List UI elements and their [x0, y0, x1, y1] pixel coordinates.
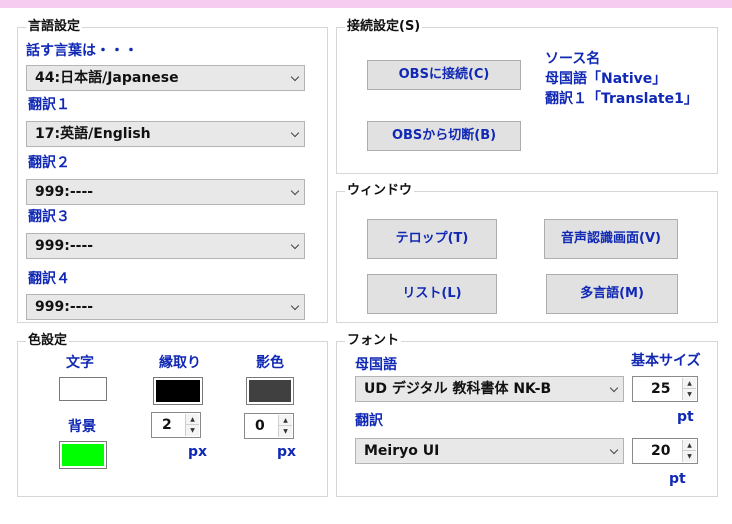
native-font-select[interactable]: UD デジタル 教科書体 NK-B: [355, 376, 624, 402]
obs-disconnect-button[interactable]: OBSから切断(B): [367, 121, 521, 151]
chevron-down-icon: [609, 383, 619, 393]
outline-color-swatch[interactable]: [153, 377, 203, 405]
chevron-down-icon: [290, 128, 300, 138]
text-color-fill: [62, 380, 104, 398]
title-bar-strip: [0, 0, 732, 8]
shadow-color-swatch[interactable]: [246, 377, 294, 405]
translation-font-label: 翻訳: [355, 413, 383, 429]
connection-settings-title: 接続設定(S): [345, 18, 423, 36]
translation-1-label: 翻訳１: [28, 97, 70, 113]
translation-size-unit: pt: [669, 471, 686, 487]
shadow-color-fill: [249, 380, 291, 402]
speak-language-value: 44:日本語/Japanese: [35, 70, 179, 86]
spin-down-icon[interactable]: ▼: [683, 389, 696, 400]
outline-width-unit: px: [188, 444, 208, 460]
translation-3-select[interactable]: 999:----: [26, 233, 305, 259]
translation-3-label: 翻訳３: [28, 209, 70, 225]
multilanguage-button[interactable]: 多言語(M): [546, 274, 678, 314]
native-size-value: 25: [651, 381, 671, 397]
translation-1-select[interactable]: 17:英語/English: [26, 121, 305, 147]
translation-3-value: 999:----: [35, 238, 94, 254]
chevron-down-icon: [290, 72, 300, 82]
native-size-unit: pt: [677, 409, 694, 425]
speak-language-select[interactable]: 44:日本語/Japanese: [26, 65, 305, 91]
translation-4-label: 翻訳４: [28, 271, 70, 287]
spin-down-icon[interactable]: ▼: [279, 426, 292, 437]
text-color-swatch[interactable]: [59, 377, 107, 401]
spin-down-icon[interactable]: ▼: [683, 451, 696, 462]
background-color-fill: [62, 444, 104, 466]
translation-2-select[interactable]: 999:----: [26, 179, 305, 205]
chevron-down-icon: [609, 445, 619, 455]
list-button[interactable]: リスト(L): [367, 274, 497, 314]
translation-1-value: 17:英語/English: [35, 126, 151, 142]
spin-up-icon[interactable]: ▲: [186, 414, 199, 425]
shadow-width-value: 0: [255, 418, 265, 434]
chevron-down-icon: [290, 301, 300, 311]
shadow-width-unit: px: [277, 444, 297, 460]
translation-size-arrows: ▲ ▼: [682, 440, 696, 462]
source-translate-name: 翻訳１「Translate1」: [545, 91, 698, 107]
native-size-arrows: ▲ ▼: [682, 378, 696, 400]
translation-4-select[interactable]: 999:----: [26, 294, 305, 320]
translation-2-label: 翻訳２: [28, 155, 70, 171]
background-color-swatch[interactable]: [59, 441, 107, 469]
spin-up-icon[interactable]: ▲: [683, 440, 696, 451]
telop-button[interactable]: テロップ(T): [367, 219, 497, 259]
native-font-value: UD デジタル 教科書体 NK-B: [364, 381, 552, 397]
shadow-width-arrows: ▲ ▼: [278, 415, 292, 437]
background-color-label: 背景: [68, 419, 96, 435]
outline-color-fill: [156, 380, 200, 402]
translation-font-select[interactable]: Meiryo UI: [355, 438, 624, 464]
spin-up-icon[interactable]: ▲: [683, 378, 696, 389]
translation-4-value: 999:----: [35, 299, 94, 315]
source-native-name: 母国語「Native」: [545, 71, 667, 87]
translation-2-value: 999:----: [35, 184, 94, 200]
obs-connect-button[interactable]: OBSに接続(C): [367, 60, 521, 90]
speech-recognition-screen-button[interactable]: 音声認識画面(V): [544, 219, 678, 259]
source-name-title: ソース名: [545, 51, 601, 67]
color-settings-title: 色設定: [26, 332, 70, 350]
outline-width-value: 2: [162, 417, 172, 433]
translation-size-stepper[interactable]: 20 ▲ ▼: [632, 438, 698, 464]
outline-color-label: 縁取り: [159, 355, 201, 371]
spin-up-icon[interactable]: ▲: [279, 415, 292, 426]
outline-width-stepper[interactable]: 2 ▲ ▼: [151, 412, 201, 438]
language-settings-title: 言語設定: [26, 18, 83, 36]
speak-language-label: 話す言葉は・・・: [26, 43, 138, 59]
native-font-label: 母国語: [355, 357, 397, 373]
translation-font-value: Meiryo UI: [364, 443, 440, 459]
window-title: ウィンドウ: [345, 182, 415, 200]
text-color-label: 文字: [66, 355, 94, 371]
native-size-stepper[interactable]: 25 ▲ ▼: [632, 376, 698, 402]
shadow-width-stepper[interactable]: 0 ▲ ▼: [244, 413, 294, 439]
shadow-color-label: 影色: [256, 355, 284, 371]
translation-size-value: 20: [651, 443, 671, 459]
font-title: フォント: [345, 332, 402, 350]
spin-down-icon[interactable]: ▼: [186, 425, 199, 436]
chevron-down-icon: [290, 240, 300, 250]
base-size-label: 基本サイズ: [631, 353, 701, 369]
chevron-down-icon: [290, 186, 300, 196]
outline-width-arrows: ▲ ▼: [185, 414, 199, 436]
